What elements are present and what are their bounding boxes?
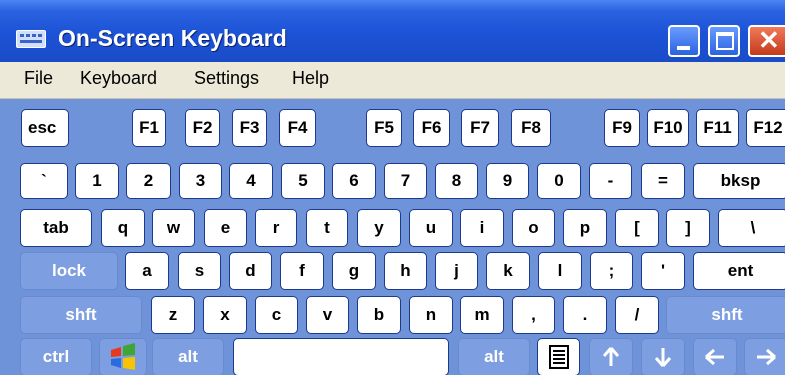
key-backslash[interactable]: \ xyxy=(718,209,785,247)
key-t[interactable]: t xyxy=(306,209,348,247)
key-x[interactable]: x xyxy=(203,296,247,334)
key-v[interactable]: v xyxy=(306,296,349,334)
key-m[interactable]: m xyxy=(460,296,504,334)
key-right-bracket[interactable]: ] xyxy=(666,209,710,247)
key-shift-right[interactable]: shft xyxy=(666,296,785,334)
key-e[interactable]: e xyxy=(204,209,247,247)
key-f9[interactable]: F9 xyxy=(604,109,640,147)
key-lock[interactable]: lock xyxy=(20,252,118,290)
minimize-button[interactable] xyxy=(668,25,700,57)
key-8[interactable]: 8 xyxy=(435,163,478,199)
key-tab[interactable]: tab xyxy=(20,209,92,247)
key-j[interactable]: j xyxy=(435,252,478,290)
key-period[interactable]: . xyxy=(563,296,607,334)
key-r[interactable]: r xyxy=(255,209,297,247)
key-2[interactable]: 2 xyxy=(126,163,171,199)
key-windows[interactable] xyxy=(99,338,147,375)
key-7[interactable]: 7 xyxy=(384,163,427,199)
key-ctrl[interactable]: ctrl xyxy=(20,338,92,375)
key-down[interactable] xyxy=(641,338,685,375)
on-screen-keyboard-window: On-Screen Keyboard ✕ File Keyboard Setti… xyxy=(0,0,785,375)
key-4[interactable]: 4 xyxy=(229,163,273,199)
menu-keyboard[interactable]: Keyboard xyxy=(80,68,157,89)
key-f12[interactable]: F12 xyxy=(746,109,785,147)
key-f10[interactable]: F10 xyxy=(647,109,689,147)
key-shift-left[interactable]: shft xyxy=(20,296,142,334)
arrow-right-icon xyxy=(757,348,776,366)
key-h[interactable]: h xyxy=(384,252,427,290)
key-i[interactable]: i xyxy=(460,209,504,247)
key-f4[interactable]: F4 xyxy=(279,109,316,147)
key-space[interactable] xyxy=(233,338,449,375)
window-title: On-Screen Keyboard xyxy=(58,25,287,51)
windows-logo-icon xyxy=(111,343,135,370)
key-u[interactable]: u xyxy=(409,209,453,247)
key-backtick[interactable]: ` xyxy=(20,163,68,199)
key-d[interactable]: d xyxy=(229,252,272,290)
key-g[interactable]: g xyxy=(332,252,376,290)
key-semicolon[interactable]: ; xyxy=(590,252,633,290)
menu-help[interactable]: Help xyxy=(292,68,329,89)
key-right[interactable] xyxy=(744,338,785,375)
key-k[interactable]: k xyxy=(486,252,530,290)
key-a[interactable]: a xyxy=(125,252,169,290)
key-f3[interactable]: F3 xyxy=(232,109,267,147)
title-bar[interactable]: On-Screen Keyboard ✕ xyxy=(0,0,785,62)
menu-file[interactable]: File xyxy=(24,68,53,89)
key-f7[interactable]: F7 xyxy=(461,109,499,147)
key-n[interactable]: n xyxy=(409,296,453,334)
menu-bar: File Keyboard Settings Help xyxy=(0,62,785,99)
minimize-icon xyxy=(677,46,690,50)
arrow-up-icon xyxy=(602,347,620,366)
key-esc[interactable]: esc xyxy=(21,109,69,147)
key-f[interactable]: f xyxy=(280,252,324,290)
key-f11[interactable]: F11 xyxy=(696,109,739,147)
key-slash[interactable]: / xyxy=(615,296,659,334)
key-0[interactable]: 0 xyxy=(537,163,581,199)
key-9[interactable]: 9 xyxy=(486,163,529,199)
key-minus[interactable]: - xyxy=(589,163,632,199)
arrow-left-icon xyxy=(705,348,724,366)
key-quote[interactable]: ' xyxy=(641,252,685,290)
close-icon: ✕ xyxy=(758,25,780,55)
key-c[interactable]: c xyxy=(255,296,298,334)
key-1[interactable]: 1 xyxy=(75,163,119,199)
key-z[interactable]: z xyxy=(151,296,195,334)
close-button[interactable]: ✕ xyxy=(748,25,785,57)
key-l[interactable]: l xyxy=(538,252,582,290)
key-6[interactable]: 6 xyxy=(332,163,376,199)
key-f8[interactable]: F8 xyxy=(511,109,551,147)
key-o[interactable]: o xyxy=(512,209,555,247)
key-f2[interactable]: F2 xyxy=(185,109,220,147)
key-alt-right[interactable]: alt xyxy=(458,338,530,375)
key-up[interactable] xyxy=(589,338,633,375)
key-s[interactable]: s xyxy=(178,252,221,290)
arrow-down-icon xyxy=(654,348,672,367)
key-equals[interactable]: = xyxy=(641,163,685,199)
keyboard-icon xyxy=(16,30,46,48)
key-f5[interactable]: F5 xyxy=(366,109,402,147)
key-left[interactable] xyxy=(693,338,737,375)
key-alt-left[interactable]: alt xyxy=(152,338,224,375)
key-q[interactable]: q xyxy=(101,209,145,247)
keyboard-area: esc F1 F2 F3 F4 F5 F6 F7 F8 F9 F10 F11 F… xyxy=(0,99,785,375)
key-menu[interactable] xyxy=(537,338,580,375)
key-p[interactable]: p xyxy=(563,209,607,247)
key-comma[interactable]: , xyxy=(512,296,555,334)
key-ent[interactable]: ent xyxy=(693,252,785,290)
context-menu-icon xyxy=(548,345,569,369)
key-left-bracket[interactable]: [ xyxy=(615,209,659,247)
maximize-button[interactable] xyxy=(708,25,740,57)
key-5[interactable]: 5 xyxy=(281,163,325,199)
key-3[interactable]: 3 xyxy=(179,163,222,199)
maximize-icon xyxy=(716,32,734,50)
key-f6[interactable]: F6 xyxy=(413,109,450,147)
key-w[interactable]: w xyxy=(152,209,195,247)
key-y[interactable]: y xyxy=(357,209,401,247)
menu-settings[interactable]: Settings xyxy=(194,68,259,89)
key-b[interactable]: b xyxy=(357,296,401,334)
key-f1[interactable]: F1 xyxy=(132,109,166,147)
key-bksp[interactable]: bksp xyxy=(693,163,785,199)
